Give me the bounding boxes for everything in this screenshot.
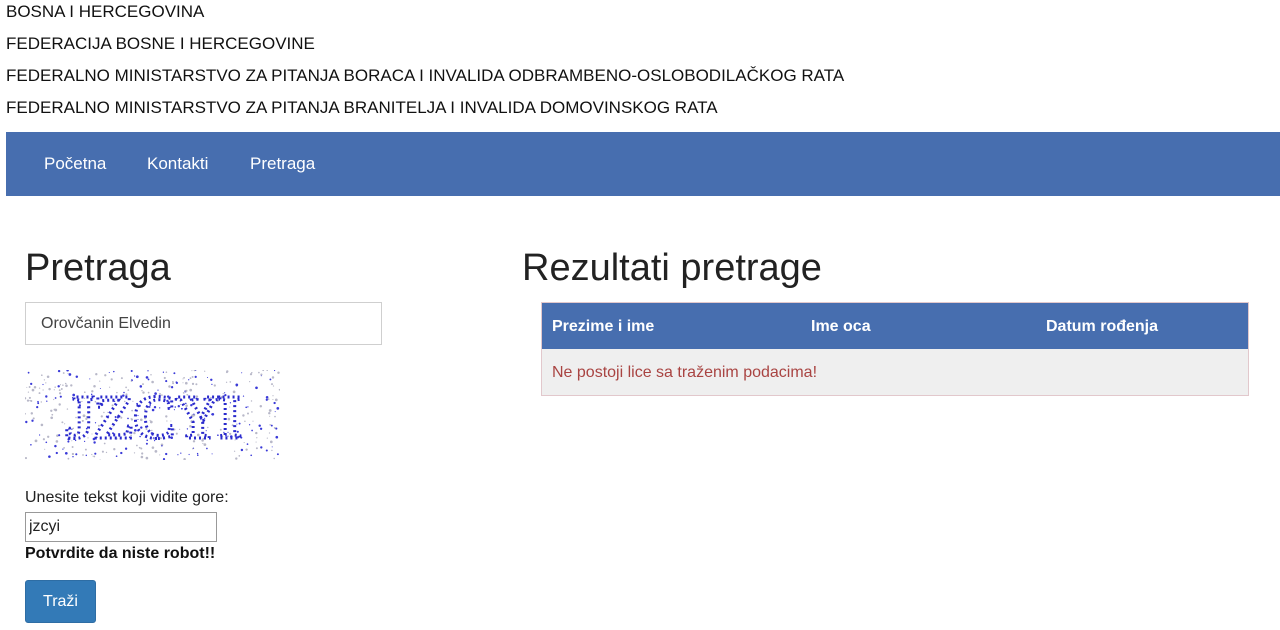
results-table: Prezime i ime Ime oca Datum rođenja Ne p… [541,302,1249,396]
captcha-text: JZCYI [64,384,241,452]
nav-link-contacts[interactable]: Kontakti [147,153,208,175]
nav-link-search[interactable]: Pretraga [250,153,315,175]
column-header-birth-date: Datum rođenja [1046,318,1159,335]
results-empty-row: Ne postoji lice sa traženim podacima! [542,349,1248,395]
search-name-input[interactable] [25,302,382,345]
captcha-input[interactable] [25,512,217,542]
captcha-label: Unesite tekst koji vidite gore: [25,489,229,506]
header-line-ministry-1: FEDERALNO MINISTARSTVO ZA PITANJA BORACA… [6,66,845,85]
results-title: Rezultati pretrage [522,247,822,289]
robot-message: Potvrdite da niste robot!! [25,545,216,562]
search-submit-button[interactable]: Traži [25,580,96,623]
header-line-federation: FEDERACIJA BOSNE I HERCEGOVINE [6,34,315,53]
navbar: Početna Kontakti Pretraga [6,132,1280,196]
header-line-country: BOSNA I HERCEGOVINA [6,2,205,21]
column-header-father-name: Ime oca [811,318,871,335]
results-table-header: Prezime i ime Ime oca Datum rođenja [542,303,1248,349]
column-header-name: Prezime i ime [552,318,655,335]
captcha-image: JZCYI [25,370,280,460]
header-line-ministry-2: FEDERALNO MINISTARSTVO ZA PITANJA BRANIT… [6,98,718,117]
search-title: Pretraga [25,247,171,289]
no-results-message: Ne postoji lice sa traženim podacima! [552,364,818,381]
nav-link-home[interactable]: Početna [44,153,106,175]
